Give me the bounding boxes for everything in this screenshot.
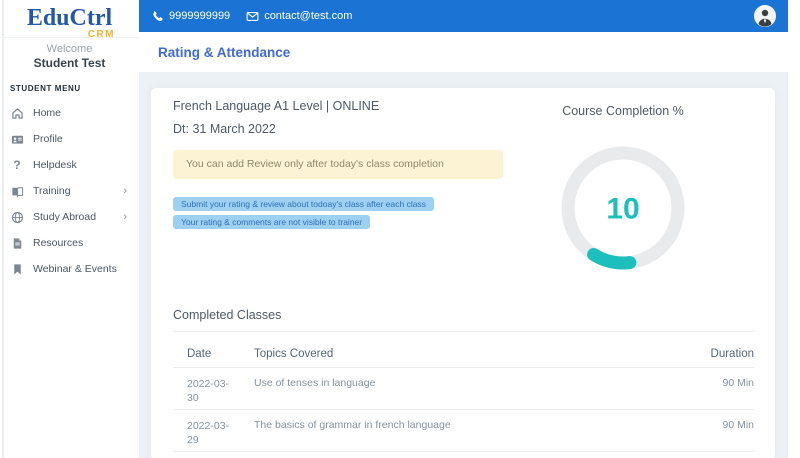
welcome-text: Welcome xyxy=(46,43,93,55)
home-icon xyxy=(10,106,24,120)
topbar: 9999999999 contact@test.com xyxy=(139,0,788,32)
sidebar-item-label: Study Abroad xyxy=(33,211,97,223)
cell-topic: Use of tenses in language xyxy=(254,377,376,389)
user-name: Student Test xyxy=(33,56,106,70)
cell-topic: The basics of grammar in french language xyxy=(254,419,451,431)
sidebar-item-profile[interactable]: Profile xyxy=(0,126,139,152)
table-row: 2022-03-30 Use of tenses in language 90 … xyxy=(173,368,754,410)
column-header-duration: Duration xyxy=(710,347,754,360)
logo-text: EduCtrl xyxy=(26,5,113,31)
sidebar-item-label: Profile xyxy=(33,133,63,145)
completion-title: Course Completion % xyxy=(562,104,684,118)
topbar-email: contact@test.com xyxy=(246,10,352,23)
user-avatar[interactable] xyxy=(754,5,776,27)
person-icon xyxy=(754,5,776,27)
sidebar-item-webinar-events[interactable]: Webinar & Events xyxy=(0,256,139,282)
topbar-phone-number: 9999999999 xyxy=(169,10,231,22)
sidebar-item-label: Training xyxy=(33,185,71,197)
rating-attendance-card: French Language A1 Level | ONLINE Dt: 31… xyxy=(151,88,775,458)
resources-icon xyxy=(10,236,24,250)
column-header-date: Date xyxy=(187,347,212,360)
menu-section-label: STUDENT MENU xyxy=(10,84,81,93)
visibility-info-badge: Your rating & comments are not visible t… xyxy=(173,215,371,229)
phone-icon xyxy=(151,10,164,23)
sidebar-item-label: Home xyxy=(33,107,62,119)
scrollbar-gutter[interactable] xyxy=(788,0,800,458)
cell-date: 2022-03-30 xyxy=(187,378,230,404)
page-title: Rating & Attendance xyxy=(158,44,291,60)
course-date: Dt: 31 March 2022 xyxy=(173,122,276,136)
sidebar-item-training[interactable]: Training › xyxy=(0,178,139,204)
completed-classes-table: Date Topics Covered Duration 2022-03-30 … xyxy=(173,340,754,452)
chevron-right-icon: › xyxy=(123,184,127,197)
sidebar-item-resources[interactable]: Resources xyxy=(0,230,139,256)
sidebar-item-label: Webinar & Events xyxy=(33,263,117,275)
page-header: Rating & Attendance xyxy=(139,32,788,73)
profile-icon xyxy=(10,132,24,146)
cell-duration: 90 Min xyxy=(722,377,754,389)
training-icon xyxy=(10,184,24,198)
table-header-row: Date Topics Covered Duration xyxy=(173,340,754,368)
app-logo[interactable]: EduCtrl CRM xyxy=(0,5,139,40)
sidebar-item-label: Helpdesk xyxy=(33,159,77,171)
welcome-block: Welcome Student Test xyxy=(0,42,139,71)
course-name: French Language A1 Level | ONLINE xyxy=(173,99,380,113)
cell-duration: 90 Min xyxy=(722,419,754,431)
sidebar-item-label: Resources xyxy=(33,237,84,249)
sidebar-item-study-abroad[interactable]: Study Abroad › xyxy=(0,204,139,230)
webinar-icon xyxy=(10,262,24,276)
completion-donut-chart: 10 xyxy=(558,143,688,278)
course-completion-widget: Course Completion % 10 xyxy=(503,104,743,278)
column-header-topics: Topics Covered xyxy=(254,347,334,360)
sidebar-menu: Home Profile ? Helpdesk Training › Study… xyxy=(0,100,139,282)
content-area: French Language A1 Level | ONLINE Dt: 31… xyxy=(139,73,788,458)
envelope-icon xyxy=(246,10,259,23)
cell-date: 2022-03-29 xyxy=(187,420,230,446)
helpdesk-icon: ? xyxy=(13,158,21,172)
completed-classes-title: Completed Classes xyxy=(173,308,282,322)
globe-icon xyxy=(10,210,24,224)
review-alert: You can add Review only after today's cl… xyxy=(173,150,503,179)
table-row: 2022-03-29 The basics of grammar in fren… xyxy=(173,410,754,452)
card-divider xyxy=(173,331,754,332)
sidebar-item-home[interactable]: Home xyxy=(0,100,139,126)
rating-info-badge: Submit your rating & review about todoay… xyxy=(173,197,434,211)
chevron-right-icon: › xyxy=(123,210,127,223)
topbar-phone: 9999999999 xyxy=(151,10,230,23)
completion-percent-value: 10 xyxy=(606,193,639,226)
topbar-email-address: contact@test.com xyxy=(264,10,353,22)
sidebar-item-helpdesk[interactable]: ? Helpdesk xyxy=(0,152,139,178)
sidebar: EduCtrl CRM Welcome Student Test STUDENT… xyxy=(0,0,139,458)
sidebar-divider xyxy=(0,37,139,38)
app-window: EduCtrl CRM Welcome Student Test STUDENT… xyxy=(0,0,800,458)
